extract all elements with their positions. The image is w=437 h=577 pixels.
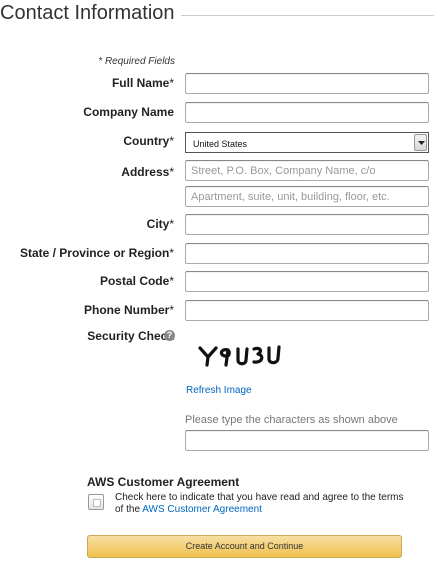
city-label: City* — [147, 217, 174, 231]
full-name-input[interactable] — [185, 73, 429, 94]
address-line2-input[interactable] — [185, 186, 429, 207]
state-label: State / Province or Region* — [20, 246, 174, 260]
agreement-text: Check here to indicate that you have rea… — [115, 492, 405, 516]
state-label-text: State / Province or Region — [19, 246, 170, 260]
checkbox-inner — [93, 499, 101, 507]
required-mark: * — [169, 246, 174, 260]
required-mark: * — [169, 165, 174, 179]
required-mark: * — [169, 76, 174, 90]
agreement-checkbox[interactable] — [88, 494, 104, 510]
company-name-label: Company Name — [83, 105, 174, 119]
required-mark: * — [169, 134, 174, 148]
postal-code-label-text: Postal Code — [99, 274, 170, 288]
refresh-image-link[interactable]: Refresh Image — [186, 385, 252, 396]
state-input[interactable] — [185, 243, 429, 264]
city-input[interactable] — [185, 214, 429, 235]
company-name-input[interactable] — [185, 102, 429, 123]
country-selected-value: United States — [193, 139, 248, 149]
aws-customer-agreement-link[interactable]: AWS Customer Agreement — [142, 504, 262, 515]
address-line1-input[interactable] — [185, 160, 429, 181]
question-circle-icon[interactable]: ? — [164, 330, 175, 341]
agreement-title: AWS Customer Agreement — [87, 475, 240, 489]
postal-code-label: Postal Code* — [100, 274, 174, 288]
section-divider — [175, 15, 434, 16]
required-fields-note: * Required Fields — [98, 56, 175, 67]
company-name-label-text: Company Name — [83, 105, 174, 119]
country-select[interactable]: United States — [185, 132, 429, 153]
required-mark: * — [169, 274, 174, 288]
address-label-text: Address — [121, 165, 170, 179]
security-check-label: Security Check — [87, 329, 174, 343]
captcha-hint: Please type the characters as shown abov… — [185, 414, 398, 426]
phone-label-text: Phone Number — [83, 303, 170, 317]
captcha-input[interactable] — [185, 430, 429, 451]
required-mark: * — [169, 217, 174, 231]
city-label-text: City — [146, 217, 170, 231]
country-label-text: Country — [123, 134, 170, 148]
postal-code-input[interactable] — [185, 271, 429, 292]
section-header: Contact Information — [0, 0, 437, 30]
full-name-label: Full Name* — [112, 76, 174, 90]
country-label: Country* — [123, 134, 174, 148]
required-mark: * — [169, 303, 174, 317]
captcha-image — [198, 345, 281, 367]
address-label: Address* — [121, 165, 174, 179]
full-name-label-text: Full Name — [111, 76, 170, 90]
create-account-button[interactable]: Create Account and Continue — [87, 535, 402, 558]
dropdown-arrow-icon[interactable] — [414, 134, 427, 151]
phone-input[interactable] — [185, 300, 429, 321]
phone-label: Phone Number* — [84, 303, 174, 317]
page-title: Contact Information — [0, 2, 181, 25]
